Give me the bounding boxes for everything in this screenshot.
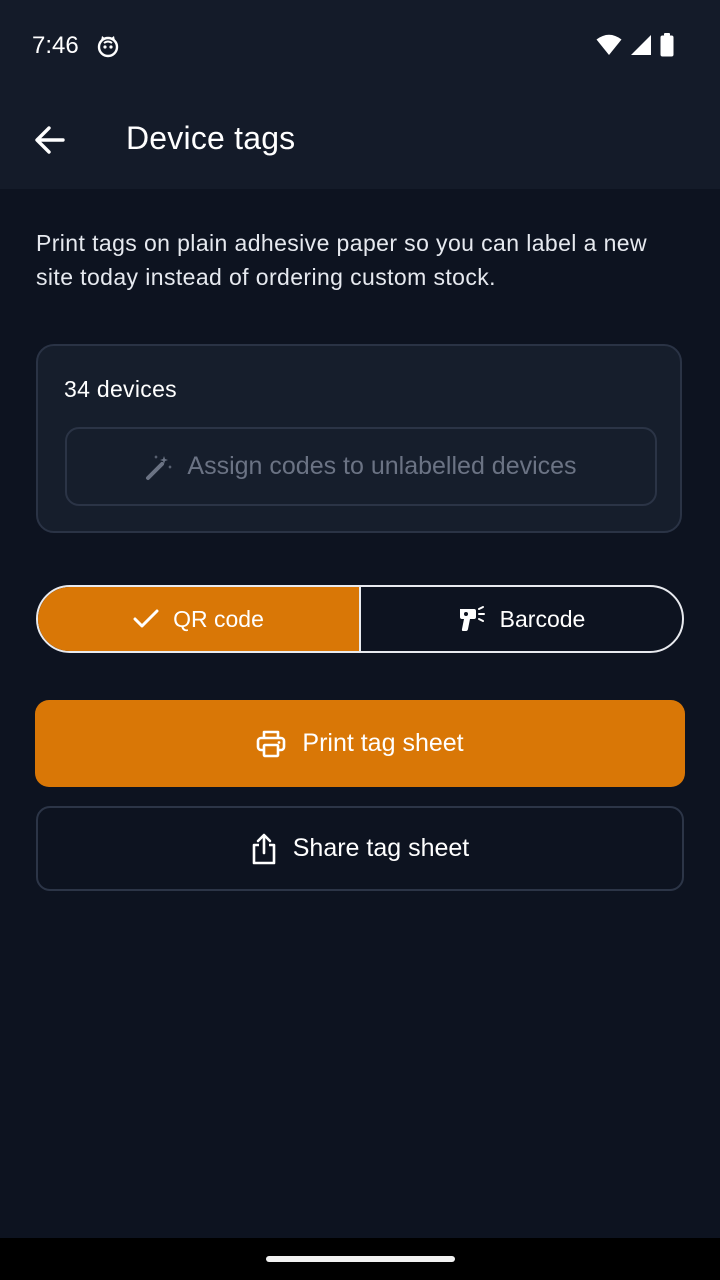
toggle-barcode-label: Barcode <box>499 605 586 632</box>
system-navigation-bar <box>0 1238 720 1280</box>
assign-codes-button[interactable]: Assign codes to unlabelled devices <box>65 427 657 506</box>
back-button[interactable] <box>24 114 76 166</box>
printer-icon <box>256 730 286 758</box>
home-indicator[interactable] <box>266 1256 455 1262</box>
toggle-barcode[interactable]: Barcode <box>361 587 682 651</box>
status-icons <box>596 33 674 57</box>
status-time: 7:46 <box>32 32 79 59</box>
share-tag-sheet-label: Share tag sheet <box>292 834 470 862</box>
share-icon <box>251 833 277 865</box>
cellular-signal-icon <box>630 34 652 56</box>
page-title: Device tags <box>126 120 296 156</box>
status-bar: 7:46 <box>0 0 720 92</box>
arrow-left-icon <box>35 126 65 154</box>
battery-icon <box>660 33 674 57</box>
magic-wand-icon <box>145 453 173 481</box>
app-bar: Device tags <box>0 92 720 189</box>
wifi-icon <box>596 34 622 56</box>
tag-format-toggle: QR code Barcode <box>36 585 684 653</box>
print-tag-sheet-label: Print tag sheet <box>302 729 464 757</box>
print-tag-sheet-button[interactable]: Print tag sheet <box>35 700 685 787</box>
barcode-scanner-icon <box>458 605 486 633</box>
cat-face-icon <box>96 34 120 58</box>
check-icon <box>133 609 159 629</box>
assign-codes-label: Assign codes to unlabelled devices <box>187 452 577 480</box>
share-tag-sheet-button[interactable]: Share tag sheet <box>36 806 684 891</box>
toggle-qr-code[interactable]: QR code <box>38 587 359 651</box>
description-text: Print tags on plain adhesive paper so yo… <box>36 230 647 290</box>
device-count: 34 devices <box>64 376 177 402</box>
screen: 7:46 Device tags Print tags on plain adh… <box>0 0 720 1280</box>
devices-card: 34 devices Assign codes to unlabelled de… <box>36 344 682 533</box>
toggle-qr-code-label: QR code <box>173 605 264 632</box>
